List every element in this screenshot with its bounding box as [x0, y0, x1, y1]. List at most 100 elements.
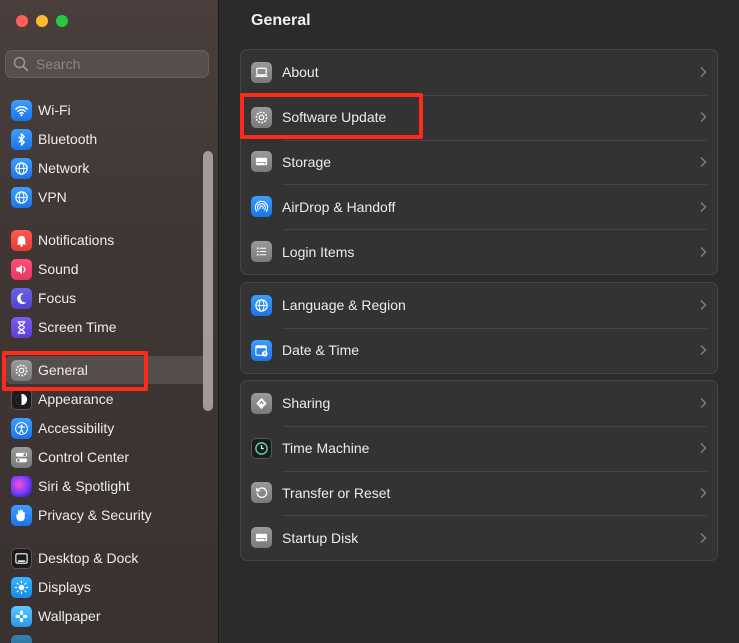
row-login-items[interactable]: Login Items — [241, 229, 717, 274]
appearance-icon — [11, 388, 32, 410]
sidebar-item-desktop-dock[interactable]: Desktop & Dock — [5, 544, 208, 572]
sidebar-item-screen-time[interactable]: Screen Time — [5, 313, 208, 341]
search-field[interactable] — [5, 50, 209, 78]
sidebar-item-label: Network — [38, 160, 90, 176]
flower-icon — [11, 605, 32, 627]
sidebar-item-label: Bluetooth — [38, 131, 98, 147]
minimize-window-button[interactable] — [36, 15, 48, 27]
sidebar-item-label: Notifications — [38, 232, 115, 248]
sidebar-item-label: Siri & Spotlight — [38, 478, 130, 494]
sidebar-item-privacy-security[interactable]: Privacy & Security — [5, 501, 208, 529]
chevron-right-icon — [700, 345, 707, 356]
moon-icon — [11, 287, 32, 309]
row-label: Time Machine — [282, 440, 370, 457]
time-machine-icon — [251, 437, 272, 459]
chevron-right-icon — [700, 532, 707, 543]
globe-icon — [11, 186, 32, 208]
chevron-right-icon — [700, 300, 707, 311]
row-about[interactable]: About — [241, 50, 717, 95]
row-label: Sharing — [282, 395, 331, 412]
chevron-right-icon — [700, 156, 707, 168]
accessibility-icon — [11, 417, 32, 439]
chevron-right-icon — [700, 201, 707, 212]
annotation-highlight-software-update — [240, 93, 423, 139]
list-icon — [251, 241, 272, 263]
drive-icon — [251, 151, 272, 173]
settings-group-services: Sharing Time Machine Transfer or Reset S… — [240, 380, 718, 562]
row-label: Language & Region — [282, 297, 406, 314]
row-sharing[interactable]: Sharing — [241, 381, 717, 426]
sidebar-item-label: Sound — [38, 261, 79, 277]
row-label: About — [282, 64, 319, 81]
calendar-clock-icon — [251, 339, 272, 361]
sidebar-item-label: Privacy & Security — [38, 507, 152, 523]
sidebar-item-bluetooth[interactable]: Bluetooth — [5, 125, 208, 153]
hand-icon — [11, 504, 32, 526]
hourglass-icon — [11, 316, 32, 338]
chevron-right-icon — [700, 398, 707, 409]
sidebar-item-accessibility[interactable]: Accessibility — [5, 414, 208, 442]
settings-group-system: About Software Update Storage AirDrop & … — [240, 49, 718, 275]
row-date-time[interactable]: Date & Time — [241, 327, 717, 373]
chevron-right-icon — [700, 67, 707, 78]
sidebar-item-focus[interactable]: Focus — [5, 284, 208, 312]
sidebar-item-sound[interactable]: Sound — [5, 255, 208, 283]
sidebar-item-partial[interactable] — [5, 631, 208, 643]
search-icon — [13, 56, 29, 72]
reset-icon — [251, 482, 272, 504]
sidebar-item-vpn[interactable]: VPN — [5, 183, 208, 211]
row-storage[interactable]: Storage — [241, 139, 717, 185]
row-time-machine[interactable]: Time Machine — [241, 425, 717, 471]
sidebar-item-label: Displays — [38, 579, 91, 595]
zoom-window-button[interactable] — [56, 15, 68, 27]
search-input[interactable] — [36, 56, 196, 72]
row-label: AirDrop & Handoff — [282, 198, 396, 215]
chevron-right-icon — [700, 487, 707, 499]
siri-icon — [11, 475, 32, 497]
row-startup-disk[interactable]: Startup Disk — [241, 515, 717, 560]
sidebar-item-label: Focus — [38, 290, 77, 306]
sidebar: Wi-Fi Bluetooth Network VPN — [0, 0, 219, 643]
sidebar-item-control-center[interactable]: Control Center — [5, 443, 208, 471]
window-controls — [16, 15, 68, 27]
sidebar-item-siri-spotlight[interactable]: Siri & Spotlight — [5, 472, 208, 500]
wifi-icon — [11, 99, 32, 121]
settings-group-region: Language & Region Date & Time — [240, 282, 718, 374]
sidebar-scrollbar[interactable] — [203, 151, 213, 411]
sidebar-item-label: VPN — [38, 189, 67, 205]
laptop-icon — [251, 61, 272, 83]
close-window-button[interactable] — [16, 15, 28, 27]
sidebar-item-displays[interactable]: Displays — [5, 573, 208, 601]
sidebar-item-network[interactable]: Network — [5, 154, 208, 182]
row-label: Transfer or Reset — [282, 484, 391, 501]
sidebar-item-notifications[interactable]: Notifications — [5, 226, 208, 254]
sidebar-item-label: Desktop & Dock — [38, 550, 139, 566]
drive-icon — [251, 527, 272, 549]
sidebar-item-label: Wallpaper — [38, 608, 101, 624]
row-label: Login Items — [282, 243, 355, 260]
bluetooth-icon — [11, 128, 32, 150]
row-label: Storage — [282, 153, 332, 170]
partial-icon — [11, 634, 32, 643]
chevron-right-icon — [700, 112, 707, 123]
chevron-right-icon — [700, 246, 707, 257]
row-label: Startup Disk — [282, 529, 359, 546]
sidebar-item-wifi[interactable]: Wi-Fi — [5, 96, 208, 124]
globe-icon — [251, 294, 272, 316]
row-airdrop-handoff[interactable]: AirDrop & Handoff — [241, 184, 717, 229]
sidebar-item-wallpaper[interactable]: Wallpaper — [5, 602, 208, 630]
sharing-icon — [251, 392, 272, 414]
sidebar-item-label: Screen Time — [38, 319, 117, 335]
sidebar-item-label: Accessibility — [38, 420, 115, 436]
sidebar-item-label: Wi-Fi — [38, 102, 71, 118]
dock-icon — [11, 547, 32, 569]
sidebar-item-label: Appearance — [38, 391, 114, 407]
sun-icon — [11, 576, 32, 598]
row-transfer-reset[interactable]: Transfer or Reset — [241, 470, 717, 516]
speaker-icon — [11, 258, 32, 280]
sidebar-item-label: Control Center — [38, 449, 130, 465]
bell-icon — [11, 229, 32, 251]
row-language-region[interactable]: Language & Region — [241, 283, 717, 328]
row-label: Date & Time — [282, 342, 360, 359]
airdrop-icon — [251, 196, 272, 218]
